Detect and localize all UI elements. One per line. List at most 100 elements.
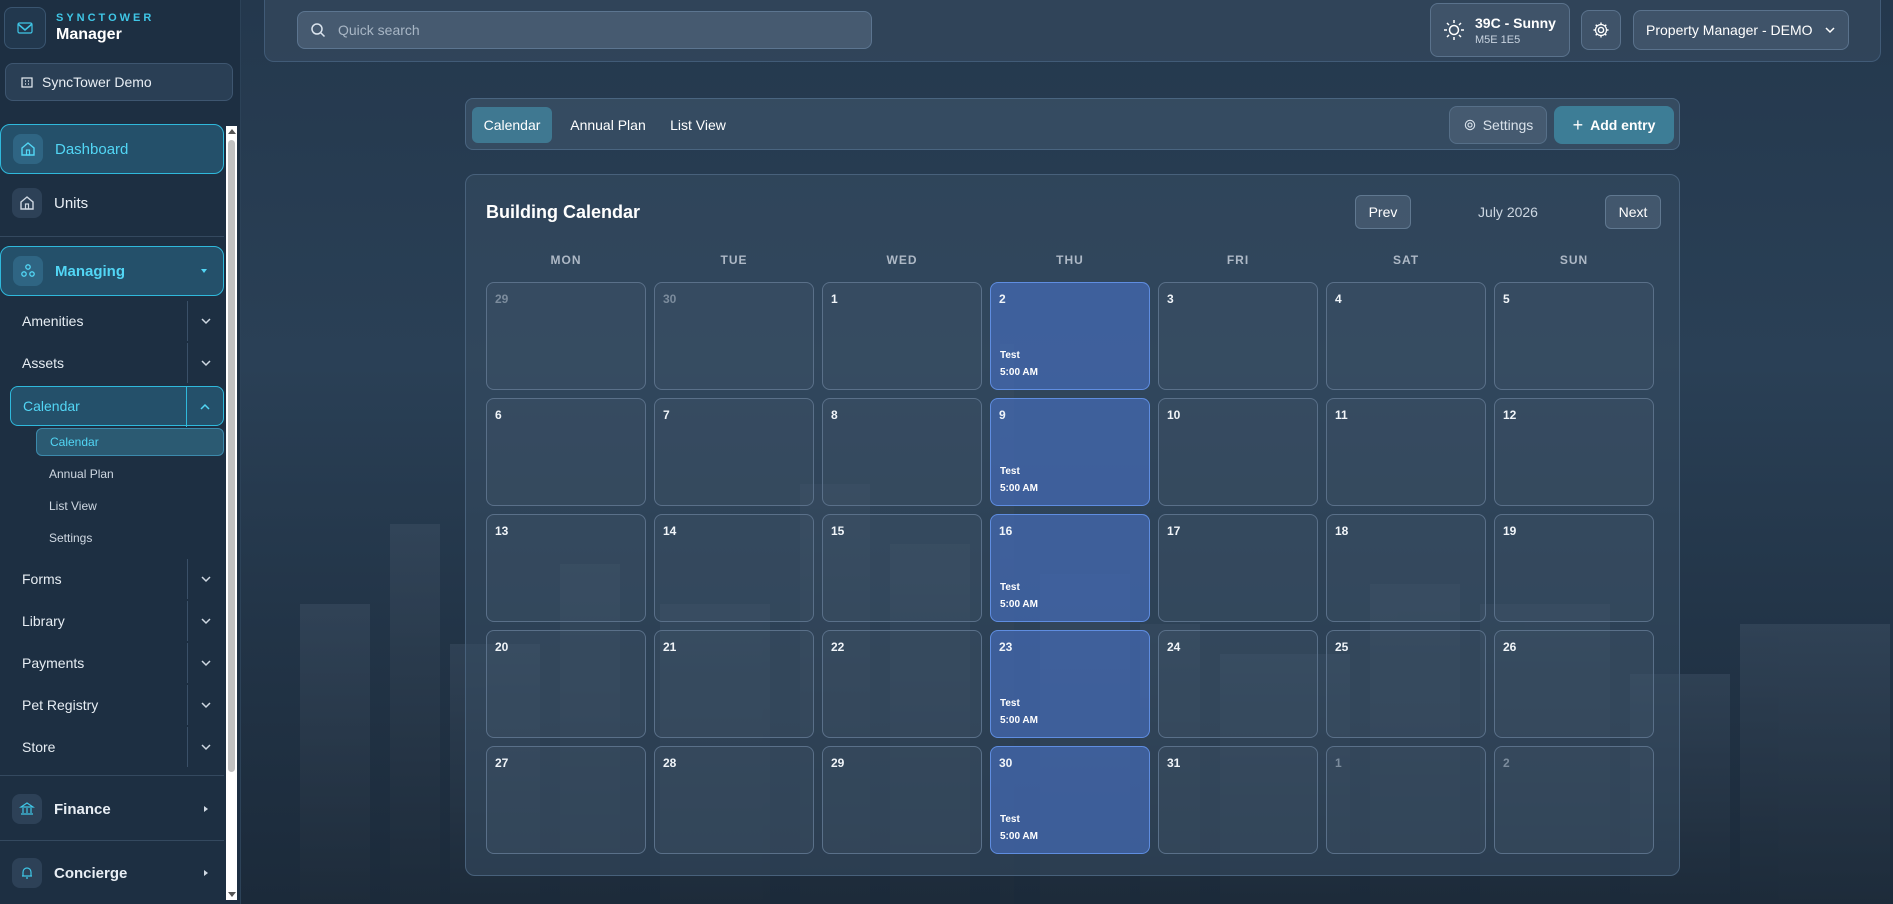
calendar-settings-button[interactable]: Settings <box>1449 106 1547 144</box>
sidebar-subitem-list-view[interactable]: List View <box>36 492 224 520</box>
event-title[interactable]: Test <box>1000 350 1020 361</box>
calendar-day-cell[interactable]: 2 <box>1494 746 1654 854</box>
calendar-day-cell[interactable]: 7 <box>654 398 814 506</box>
tab-annual-plan[interactable]: Annual Plan <box>562 107 654 143</box>
calendar-day-cell[interactable]: 1 <box>1326 746 1486 854</box>
calendar-day-cell[interactable]: 12 <box>1494 398 1654 506</box>
sidebar-group-payments[interactable]: Payments <box>10 643 224 683</box>
calendar-day-cell[interactable]: 1 <box>822 282 982 390</box>
calendar-day-cell[interactable]: 9 Test 5:00 AM <box>990 398 1150 506</box>
calendar-toolbar: Calendar Annual Plan List View Settings … <box>465 98 1680 150</box>
add-entry-button[interactable]: + Add entry <box>1554 106 1674 144</box>
event-title[interactable]: Test <box>1000 814 1020 825</box>
calendar-day-cell[interactable]: 28 <box>654 746 814 854</box>
calendar-day-cell[interactable]: 14 <box>654 514 814 622</box>
calendar-day-cell[interactable]: 27 <box>486 746 646 854</box>
calendar-day-cell[interactable]: 25 <box>1326 630 1486 738</box>
event-title[interactable]: Test <box>1000 698 1020 709</box>
calendar-day-cell[interactable]: 22 <box>822 630 982 738</box>
sidebar-group-assets[interactable]: Assets <box>10 343 224 383</box>
sidebar-subitem-annual-plan[interactable]: Annual Plan <box>36 460 224 488</box>
chevron-down-icon[interactable] <box>187 643 224 683</box>
user-menu-button[interactable]: Property Manager - DEMO <box>1633 10 1849 50</box>
calendar-day-cell[interactable]: 4 <box>1326 282 1486 390</box>
calendar-day-cell[interactable]: 10 <box>1158 398 1318 506</box>
sidebar-item-finance[interactable]: Finance <box>0 784 224 834</box>
sidebar-item-managing[interactable]: Managing <box>0 246 224 296</box>
home-icon <box>12 188 42 218</box>
sidebar-group-label: Library <box>22 613 65 629</box>
calendar-day-cell[interactable]: 19 <box>1494 514 1654 622</box>
scroll-up-icon[interactable] <box>228 129 236 134</box>
calendar-day-cell[interactable]: 29 <box>822 746 982 854</box>
event-title[interactable]: Test <box>1000 582 1020 593</box>
sidebar-subitem-settings[interactable]: Settings <box>36 524 224 552</box>
calendar-day-cell[interactable]: 26 <box>1494 630 1654 738</box>
tab-calendar[interactable]: Calendar <box>472 107 552 143</box>
sidebar-group-amenities[interactable]: Amenities <box>10 301 224 341</box>
sidebar-group-label: Assets <box>22 355 65 371</box>
day-number: 7 <box>663 408 670 422</box>
calendar-day-cell[interactable]: 5 <box>1494 282 1654 390</box>
calendar-day-cell[interactable]: 30 Test 5:00 AM <box>990 746 1150 854</box>
tab-label: Calendar <box>483 117 541 133</box>
day-number: 27 <box>495 756 509 770</box>
calendar-day-cell[interactable]: 16 Test 5:00 AM <box>990 514 1150 622</box>
sidebar-item-units[interactable]: Units <box>0 178 224 228</box>
day-number: 2 <box>999 292 1006 306</box>
calendar-day-cell[interactable]: 30 <box>654 282 814 390</box>
chevron-down-icon[interactable] <box>187 685 224 725</box>
prev-month-button[interactable]: Prev <box>1355 195 1411 229</box>
chevron-down-icon[interactable] <box>187 727 224 767</box>
sidebar-scrollbar[interactable] <box>226 126 237 900</box>
chevron-down-icon[interactable] <box>187 343 224 383</box>
sidebar-group-library[interactable]: Library <box>10 601 224 641</box>
calendar-day-cell[interactable]: 18 <box>1326 514 1486 622</box>
weekday-label: SAT <box>1392 253 1420 267</box>
search-input[interactable] <box>336 21 840 39</box>
sun-icon <box>1444 20 1464 40</box>
calendar-day-cell[interactable]: 15 <box>822 514 982 622</box>
sidebar-subitem-label: Calendar <box>50 435 99 449</box>
sidebar-group-pet-registry[interactable]: Pet Registry <box>10 685 224 725</box>
building-icon <box>21 77 33 88</box>
calendar-day-cell[interactable]: 21 <box>654 630 814 738</box>
chevron-down-icon[interactable] <box>187 559 224 599</box>
calendar-day-cell[interactable]: 31 <box>1158 746 1318 854</box>
calendar-day-cell[interactable]: 17 <box>1158 514 1318 622</box>
weather-widget[interactable]: 39C - Sunny M5E 1E5 <box>1430 3 1570 57</box>
sidebar-group-forms[interactable]: Forms <box>10 559 224 599</box>
settings-button[interactable] <box>1581 10 1621 50</box>
tab-list-view[interactable]: List View <box>662 107 734 143</box>
next-month-button[interactable]: Next <box>1605 195 1661 229</box>
calendar-day-cell[interactable]: 3 <box>1158 282 1318 390</box>
day-number: 12 <box>1503 408 1517 422</box>
calendar-day-cell[interactable]: 13 <box>486 514 646 622</box>
calendar-day-cell[interactable]: 11 <box>1326 398 1486 506</box>
calendar-day-cell[interactable]: 2 Test 5:00 AM <box>990 282 1150 390</box>
calendar-day-cell[interactable]: 20 <box>486 630 646 738</box>
calendar-day-cell[interactable]: 23 Test 5:00 AM <box>990 630 1150 738</box>
sidebar-subitem-calendar[interactable]: Calendar <box>36 428 224 456</box>
search-icon <box>311 23 326 38</box>
calendar-day-cell[interactable]: 6 <box>486 398 646 506</box>
calendar-day-cell[interactable]: 8 <box>822 398 982 506</box>
scrollbar-thumb[interactable] <box>228 140 235 772</box>
sidebar-item-concierge[interactable]: Concierge <box>0 848 224 898</box>
chevron-down-icon[interactable] <box>187 601 224 641</box>
calendar-day-cell[interactable]: 29 <box>486 282 646 390</box>
add-entry-label: Add entry <box>1590 117 1656 133</box>
search-box[interactable] <box>297 11 872 49</box>
sidebar-group-calendar[interactable]: Calendar <box>10 386 224 427</box>
scroll-down-icon[interactable] <box>228 892 236 897</box>
event-title[interactable]: Test <box>1000 466 1020 477</box>
day-number: 20 <box>495 640 509 654</box>
org-switcher[interactable]: SyncTower Demo <box>5 63 233 101</box>
chevron-up-icon[interactable] <box>186 387 223 427</box>
chevron-down-icon[interactable] <box>187 301 224 341</box>
sidebar-group-label: Forms <box>22 571 62 587</box>
sidebar-item-dashboard[interactable]: Dashboard <box>0 124 224 174</box>
sidebar-group-store[interactable]: Store <box>10 727 224 767</box>
day-number: 28 <box>663 756 677 770</box>
calendar-day-cell[interactable]: 24 <box>1158 630 1318 738</box>
